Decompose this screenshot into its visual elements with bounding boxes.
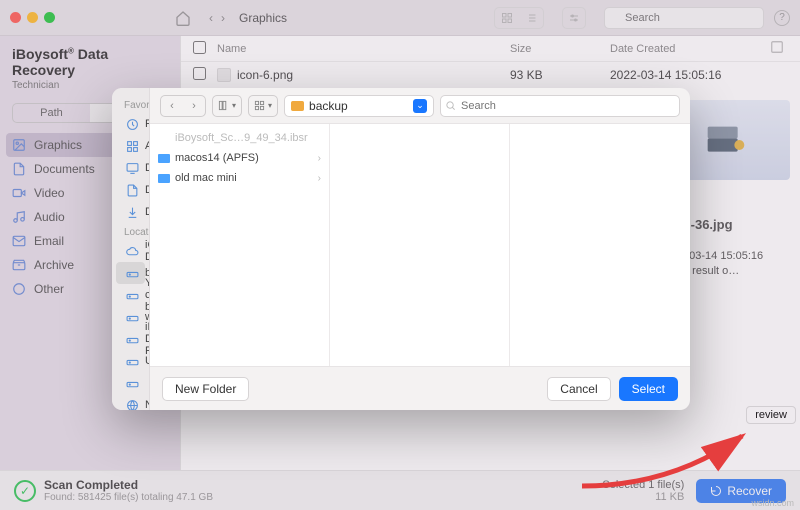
location-item[interactable]: Desktop [116,157,145,179]
drive-icon [126,311,139,324]
doc-icon [126,184,139,197]
nav-back-forward[interactable]: ‹› [160,95,206,117]
watermark: wsidn.com [751,498,794,508]
drive-icon [126,355,139,368]
back-icon[interactable]: ‹ [161,96,183,116]
new-folder-button[interactable]: New Folder [162,377,249,401]
save-panel-toolbar: ‹› ▾ ▾ backup ⌄ [150,88,690,124]
browser-item[interactable]: iBoysoft_Sc…9_49_34.ibsr [150,128,329,148]
item-label: iBoysoft_Sc…9_49_34.ibsr [175,132,308,144]
column-2 [330,124,510,366]
chevron-right-icon: › [318,153,321,164]
location-item[interactable]: YouTube channel ba...⏏ [116,284,145,306]
location-item[interactable]: workspace⏏ [116,306,145,328]
browser-item[interactable]: old mac mini › [150,168,329,188]
search-icon [445,100,456,111]
cloud-icon [126,245,139,258]
location-item[interactable]: iBoysoft Data Reco...⏏ [116,328,145,350]
location-item[interactable]: Network [116,394,145,410]
net-icon [126,399,139,411]
group-locations: Locations [112,223,149,240]
item-label: old mac mini [175,172,237,184]
save-panel-search-input[interactable] [440,95,680,117]
drive-icon [126,333,139,346]
location-item[interactable]: backup⏏ [116,262,145,284]
select-button[interactable]: Select [619,377,678,401]
location-label: backup [309,99,348,113]
location-item[interactable]: iCloud Drive [116,240,145,262]
browser-item[interactable]: macos14 (APFS) › [150,148,329,168]
location-item[interactable]: ⏏ [116,372,145,394]
chevron-updown-icon: ⌄ [413,99,427,113]
location-item[interactable]: Untitled⏏ [116,350,145,372]
group-favorites: Favorites [112,96,149,113]
save-panel: Favorites RecentsApplicationsDesktopDocu… [112,88,690,410]
column-3 [510,124,690,366]
folder-icon [158,154,170,163]
item-label: macos14 (APFS) [175,152,259,164]
location-item[interactable]: Recents [116,113,145,135]
location-item[interactable]: Downloads [116,201,145,223]
folder-icon [291,101,304,111]
group-by-button[interactable]: ▾ [248,95,278,117]
forward-icon[interactable]: › [183,96,205,116]
column-1: iBoysoft_Sc…9_49_34.ibsrmacos14 (APFS)›o… [150,124,330,366]
location-item[interactable]: Applications [116,135,145,157]
cancel-button[interactable]: Cancel [547,377,610,401]
clock-icon [126,118,139,131]
view-mode-button[interactable]: ▾ [212,95,242,117]
folder-icon [158,174,170,183]
chevron-right-icon: › [318,173,321,184]
drive-icon [126,377,139,390]
save-panel-sidebar: Favorites RecentsApplicationsDesktopDocu… [112,88,150,410]
desktop-icon [126,162,139,175]
location-dropdown[interactable]: backup ⌄ [284,95,434,117]
column-browser[interactable]: iBoysoft_Sc…9_49_34.ibsrmacos14 (APFS)›o… [150,124,690,366]
download-icon [126,206,139,219]
drive-icon [126,267,139,280]
app-icon [126,140,139,153]
drive-icon [126,289,139,302]
location-item[interactable]: Documents [116,179,145,201]
save-panel-footer: New Folder Cancel Select [150,366,690,410]
